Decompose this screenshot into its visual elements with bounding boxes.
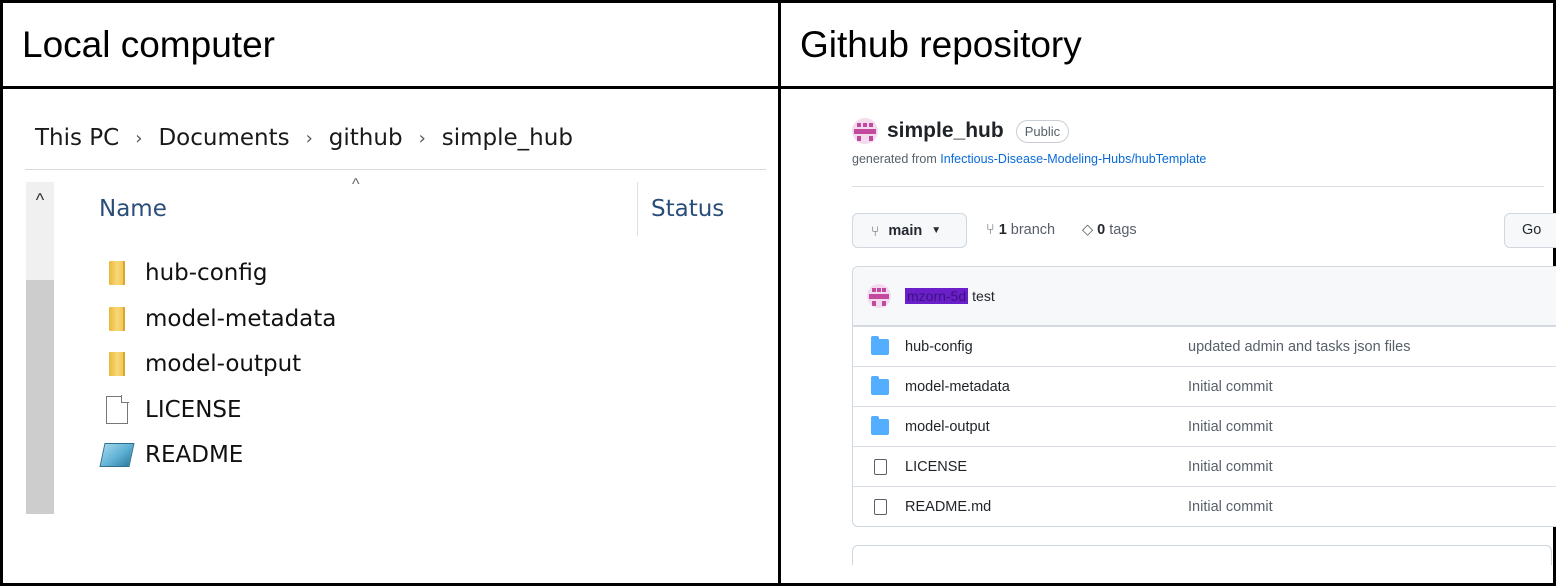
column-header-name[interactable]: Name <box>99 196 167 222</box>
commit-message-link[interactable]: Initial commit <box>1188 379 1273 395</box>
breadcrumb-github[interactable]: github <box>327 125 405 151</box>
table-row[interactable]: LICENSE Initial commit <box>853 446 1556 486</box>
commit-author-link[interactable]: mzorn-5d <box>905 288 969 304</box>
file-name: README <box>145 442 244 468</box>
scroll-up-icon[interactable]: ^ <box>26 188 54 212</box>
git-branch-icon: ⑂ <box>986 222 995 238</box>
branch-name: main <box>888 222 923 239</box>
file-name: model-metadata <box>145 306 337 332</box>
table-row[interactable]: README.md Initial commit <box>853 486 1556 526</box>
generated-from-label: generated from <box>852 152 937 166</box>
file-list: mzorn-5d test hub-config updated admin a… <box>852 266 1556 527</box>
folder-icon <box>871 336 889 355</box>
list-item[interactable]: hub-config <box>100 256 267 290</box>
file-icon <box>874 459 887 475</box>
commit-message-link[interactable]: Initial commit <box>1188 459 1273 475</box>
file-icon <box>100 393 134 427</box>
vertical-scrollbar[interactable]: ^ <box>26 182 54 514</box>
list-item[interactable]: model-metadata <box>100 302 336 336</box>
folder-icon <box>871 416 889 435</box>
github-repository-header: Github repository <box>800 24 1082 65</box>
breadcrumb-chevron-icon[interactable]: › <box>306 128 313 149</box>
folder-icon <box>100 302 134 336</box>
generated-from-note: generated from Infectious-Disease-Modeli… <box>852 152 1206 166</box>
go-to-file-button[interactable]: Go <box>1504 213 1556 248</box>
breadcrumb-chevron-icon[interactable]: › <box>135 128 142 149</box>
tags-link[interactable]: ◇ 0 tags <box>1082 222 1137 238</box>
branches-link[interactable]: ⑂ 1 branch <box>986 222 1055 238</box>
folder-icon <box>100 347 134 381</box>
file-name: hub-config <box>145 260 268 286</box>
file-name-link[interactable]: model-metadata <box>905 379 1010 395</box>
table-row[interactable]: model-output Initial commit <box>853 406 1556 446</box>
breadcrumb-documents[interactable]: Documents <box>156 125 291 151</box>
table-row[interactable]: hub-config updated admin and tasks json … <box>853 326 1556 366</box>
readme-panel-edge <box>852 545 1552 565</box>
local-computer-header: Local computer <box>22 24 275 65</box>
breadcrumb-divider <box>25 169 766 170</box>
column-header-status[interactable]: Status <box>651 196 724 222</box>
caret-down-icon: ▼ <box>931 225 942 236</box>
header-divider <box>0 86 1556 89</box>
list-item[interactable]: LICENSE <box>100 393 242 427</box>
folder-icon <box>100 256 134 290</box>
sort-ascending-icon: ^ <box>352 176 360 193</box>
breadcrumb-this-pc[interactable]: This PC <box>33 125 121 151</box>
file-name-link[interactable]: README.md <box>905 499 991 515</box>
list-item[interactable]: README <box>99 438 244 472</box>
file-name-link[interactable]: LICENSE <box>905 459 967 475</box>
commit-message-link[interactable]: updated admin and tasks json files <box>1188 339 1410 355</box>
commit-message-link[interactable]: test <box>972 288 995 304</box>
column-resize-handle[interactable] <box>637 182 638 236</box>
tag-count: 0 <box>1097 222 1106 238</box>
tag-icon: ◇ <box>1082 222 1094 238</box>
repo-title: simple_hub Public <box>852 116 1070 146</box>
table-row[interactable]: model-metadata Initial commit <box>853 366 1556 406</box>
commit-message-link[interactable]: Initial commit <box>1188 499 1273 515</box>
readme-icon <box>99 438 135 472</box>
commit-message-link[interactable]: Initial commit <box>1188 419 1273 435</box>
folder-icon <box>871 376 889 395</box>
latest-commit-bar: mzorn-5d test <box>853 267 1556 326</box>
tag-label: tags <box>1109 222 1137 238</box>
repo-header-divider <box>852 186 1544 187</box>
branch-label: branch <box>1010 222 1056 238</box>
repo-name-link[interactable]: simple_hub <box>887 119 1004 143</box>
file-name-link[interactable]: model-output <box>905 419 990 435</box>
list-item[interactable]: model-output <box>100 347 301 381</box>
file-name: LICENSE <box>145 397 242 423</box>
file-name-link[interactable]: hub-config <box>905 339 973 355</box>
branch-selector-button[interactable]: ⑂ main ▼ <box>852 213 967 248</box>
file-name: model-output <box>145 351 302 377</box>
breadcrumb: This PC › Documents › github › simple_hu… <box>33 122 575 154</box>
template-repo-link[interactable]: Infectious-Disease-Modeling-Hubs/hubTemp… <box>940 152 1206 166</box>
branch-count: 1 <box>998 222 1007 238</box>
file-icon <box>874 499 887 515</box>
avatar[interactable] <box>852 118 878 144</box>
breadcrumb-chevron-icon[interactable]: › <box>419 128 426 149</box>
scrollbar-thumb[interactable] <box>26 280 54 514</box>
breadcrumb-simple-hub[interactable]: simple_hub <box>440 125 575 151</box>
git-branch-icon: ⑂ <box>871 222 880 239</box>
visibility-badge: Public <box>1015 119 1070 143</box>
avatar[interactable] <box>867 284 891 308</box>
